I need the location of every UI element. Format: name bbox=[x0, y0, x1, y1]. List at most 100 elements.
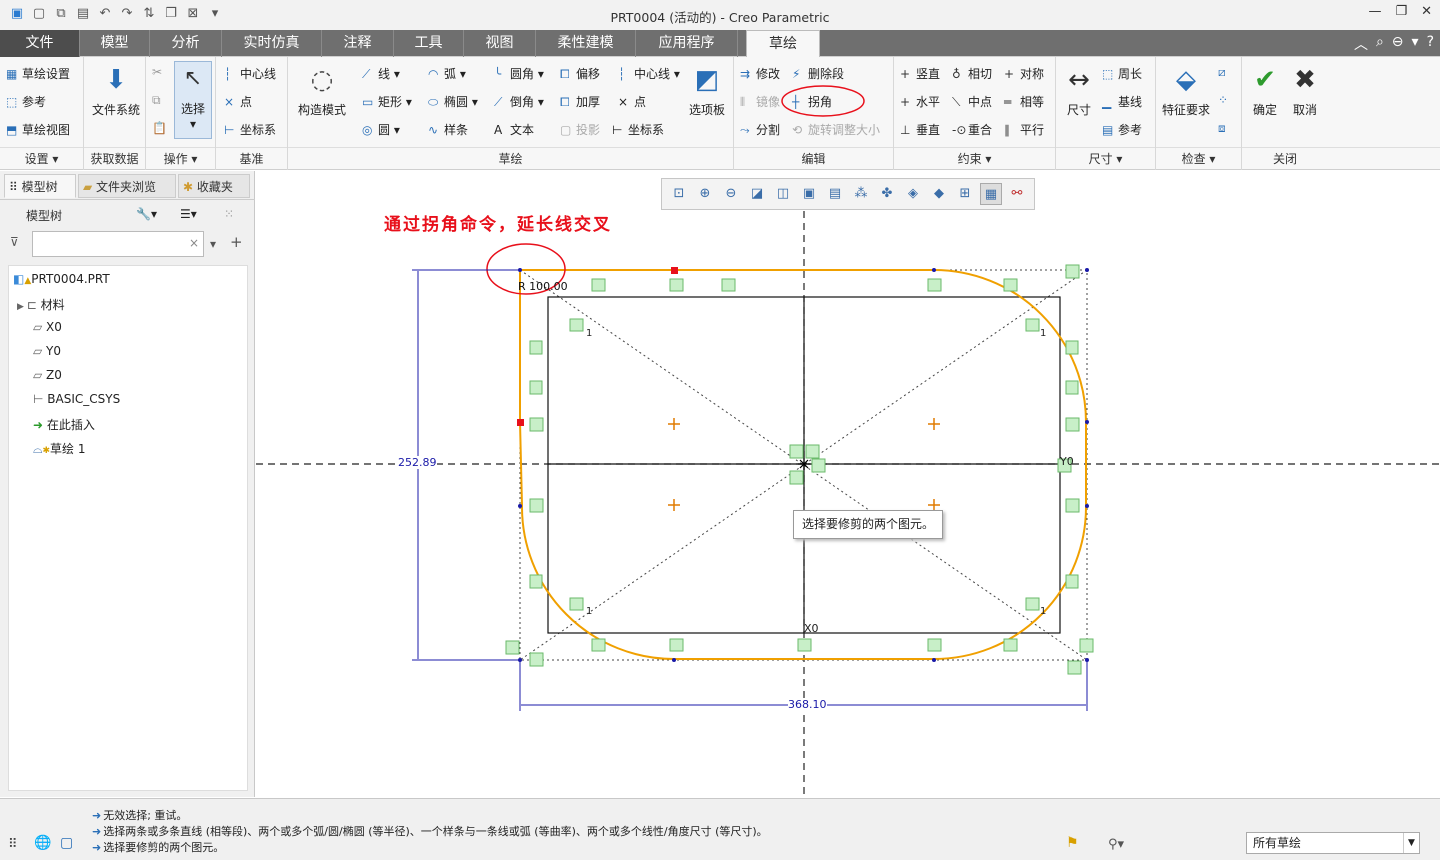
shade-closed-icon[interactable]: ⧈ bbox=[1218, 121, 1234, 136]
tab-annotate[interactable]: 注释 bbox=[322, 30, 394, 57]
disp-constraints-icon[interactable]: ▦ bbox=[980, 183, 1002, 205]
minimize-icon[interactable]: — bbox=[1368, 4, 1381, 19]
tree-show-icon[interactable]: ☰▾ bbox=[180, 207, 197, 221]
tree-settings-icon[interactable]: 🔧▾ bbox=[136, 207, 157, 221]
saved-orientations-icon[interactable]: ▣ bbox=[798, 183, 820, 205]
symmetric-constraint-button[interactable]: + 对称 bbox=[1004, 65, 1044, 82]
add-filter-icon[interactable]: + bbox=[230, 233, 243, 251]
paste-icon[interactable]: 📋 bbox=[152, 121, 168, 135]
restore-icon[interactable]: ❐ bbox=[1395, 4, 1407, 19]
equal-constraint-button[interactable]: ═ 相等 bbox=[1004, 93, 1044, 110]
display-style-icon[interactable]: ◫ bbox=[772, 183, 794, 205]
group-label-inspect[interactable]: 检查 ▾ bbox=[1156, 150, 1241, 167]
layout-icon[interactable]: ⠿ bbox=[8, 837, 18, 852]
dimension-button[interactable]: ↔ 尺寸 bbox=[1058, 63, 1100, 118]
tab-tools[interactable]: 工具 bbox=[394, 30, 464, 57]
find-icon[interactable]: ⚲▾ bbox=[1108, 837, 1124, 852]
select-button[interactable]: ↖ 选择 ▾ bbox=[174, 61, 212, 139]
tree-item-sketch1[interactable]: ⌓✱草绘 1 bbox=[33, 440, 86, 457]
collapse-ribbon-icon[interactable]: ︿ bbox=[1354, 34, 1368, 54]
search-icon[interactable]: ⌕ bbox=[1376, 34, 1384, 54]
disp-vertices-icon[interactable]: ⚯ bbox=[1006, 183, 1028, 205]
help-dropdown-icon[interactable]: ▾ bbox=[1412, 34, 1419, 54]
tree-item-part[interactable]: ◧▲PRT0004.PRT bbox=[13, 272, 110, 286]
tab-folder-browser[interactable]: ▰ 文件夹浏览 bbox=[78, 174, 176, 198]
radius-dimension[interactable]: R 100.00 bbox=[518, 280, 568, 293]
fullscreen-icon[interactable]: ▢ bbox=[60, 835, 73, 851]
delete-segment-button[interactable]: ⚡ 删除段 bbox=[792, 65, 844, 82]
sketch-view-icon[interactable]: ⊞ bbox=[954, 183, 976, 205]
search-input[interactable]: × bbox=[32, 231, 204, 257]
tab-sketch[interactable]: 草绘 bbox=[746, 30, 820, 57]
tree-filter-icon[interactable]: ⁙ bbox=[224, 207, 234, 221]
help-icon[interactable]: ⊖ bbox=[1392, 34, 1404, 54]
sketch-view-button[interactable]: ⬒ 草绘视图 bbox=[6, 121, 70, 138]
project-button[interactable]: ▢ 投影 bbox=[560, 121, 600, 138]
selection-filter-select[interactable]: 所有草绘 ▼ bbox=[1246, 832, 1420, 854]
horizontal-constraint-button[interactable]: + 水平 bbox=[900, 93, 940, 110]
expand-icon[interactable]: ▶ bbox=[17, 302, 27, 312]
mirror-button[interactable]: ⫴ 镜像 bbox=[740, 93, 780, 110]
datum-display-icon[interactable]: ⁂ bbox=[850, 183, 872, 205]
browser-icon[interactable]: 🌐 bbox=[34, 835, 51, 851]
tab-applications[interactable]: 应用程序 bbox=[636, 30, 738, 57]
datum-point-button[interactable]: × 点 bbox=[224, 93, 252, 110]
circle-button[interactable]: ◎ 圆 ▾ bbox=[362, 121, 400, 138]
spin-center-icon[interactable]: ✤ bbox=[876, 183, 898, 205]
group-label-operations[interactable]: 操作 ▾ bbox=[146, 150, 215, 167]
annotation-display-icon[interactable]: ◆ bbox=[928, 183, 950, 205]
arc-button[interactable]: ◠ 弧 ▾ bbox=[428, 65, 466, 82]
graphics-area[interactable]: 1 1 1 1 R 100.00 252.89 368.10 Y0 X0 bbox=[256, 171, 1440, 797]
offset-button[interactable]: ⧠ 偏移 bbox=[560, 65, 600, 82]
reference-dim-button[interactable]: ▤ 参考 bbox=[1102, 121, 1142, 138]
zoom-out-icon[interactable]: ⊖ bbox=[720, 183, 742, 205]
height-dimension[interactable]: 252.89 bbox=[398, 456, 437, 469]
feature-requirements-button[interactable]: ⬙ 特征要求 bbox=[1158, 63, 1214, 118]
references-button[interactable]: ⬚ 参考 bbox=[6, 93, 46, 110]
text-button[interactable]: A 文本 bbox=[494, 121, 534, 138]
sketch-display-icon[interactable]: ◈ bbox=[902, 183, 924, 205]
sketch-setup-button[interactable]: ▦ 草绘设置 bbox=[6, 65, 70, 82]
perimeter-button[interactable]: ⬚ 周长 bbox=[1102, 65, 1142, 82]
tab-flexible-modeling[interactable]: 柔性建模 bbox=[536, 30, 636, 57]
tree-item-insert-here[interactable]: ➜ 在此插入 bbox=[33, 416, 95, 433]
parallel-constraint-button[interactable]: ∥ 平行 bbox=[1004, 121, 1044, 138]
tab-favorites[interactable]: ✱ 收藏夹 bbox=[178, 174, 250, 198]
midpoint-constraint-button[interactable]: ⟍ 中点 bbox=[952, 93, 992, 110]
tab-file[interactable]: 文件 bbox=[0, 30, 80, 57]
copy-icon[interactable]: ⧉ bbox=[152, 93, 168, 108]
construction-mode-button[interactable]: ◌ 构造模式 bbox=[292, 63, 352, 118]
zoom-in-icon[interactable]: ⊕ bbox=[694, 183, 716, 205]
palette-button[interactable]: ◩ 选项板 bbox=[684, 63, 730, 118]
modify-button[interactable]: ⇉ 修改 bbox=[740, 65, 780, 82]
line-button[interactable]: ⟋ 线 ▾ bbox=[362, 65, 400, 82]
cut-icon[interactable]: ✂ bbox=[152, 65, 168, 79]
overlap-icon[interactable]: ⧄ bbox=[1218, 65, 1234, 80]
group-label-settings[interactable]: 设置 ▾ bbox=[0, 150, 83, 167]
close-icon[interactable]: ✕ bbox=[1421, 4, 1432, 19]
centerline-button[interactable]: ┆ 中心线 ▾ bbox=[618, 65, 680, 82]
ok-button[interactable]: ✔ 确定 bbox=[1244, 63, 1286, 118]
tree-item-csys[interactable]: ⊢ BASIC_CSYS bbox=[33, 392, 120, 406]
rotate-resize-button[interactable]: ⟲ 旋转调整大小 bbox=[792, 121, 880, 138]
refit-icon[interactable]: ⊡ bbox=[668, 183, 690, 205]
baseline-button[interactable]: ▁ 基线 bbox=[1102, 93, 1142, 110]
coincident-constraint-button[interactable]: -⊙ 重合 bbox=[952, 121, 992, 138]
highlight-open-icon[interactable]: ⁘ bbox=[1218, 93, 1234, 107]
file-system-button[interactable]: ⬇ 文件系统 bbox=[88, 63, 144, 118]
datum-csys-button[interactable]: ⊢ 坐标系 bbox=[224, 121, 276, 138]
group-label-constrain[interactable]: 约束 ▾ bbox=[894, 150, 1055, 167]
ellipse-button[interactable]: ⬭ 椭圆 ▾ bbox=[428, 93, 478, 110]
repaint-icon[interactable]: ◪ bbox=[746, 183, 768, 205]
group-label-dimension[interactable]: 尺寸 ▾ bbox=[1056, 150, 1155, 167]
tab-model[interactable]: 模型 bbox=[80, 30, 150, 57]
rectangle-button[interactable]: ▭ 矩形 ▾ bbox=[362, 93, 412, 110]
tree-item-z0[interactable]: ▱ Z0 bbox=[33, 368, 62, 382]
tree-item-material[interactable]: ▶ ⊏ 材料 bbox=[17, 296, 65, 313]
datum-centerline-button[interactable]: ┆ 中心线 bbox=[224, 65, 276, 82]
filter-funnel-icon[interactable]: ⊽ bbox=[10, 235, 19, 249]
tab-analysis[interactable]: 分析 bbox=[150, 30, 222, 57]
clear-icon[interactable]: × bbox=[189, 236, 199, 250]
filter-dropdown-icon[interactable]: ▾ bbox=[210, 237, 216, 251]
vertical-constraint-button[interactable]: + 竖直 bbox=[900, 65, 940, 82]
